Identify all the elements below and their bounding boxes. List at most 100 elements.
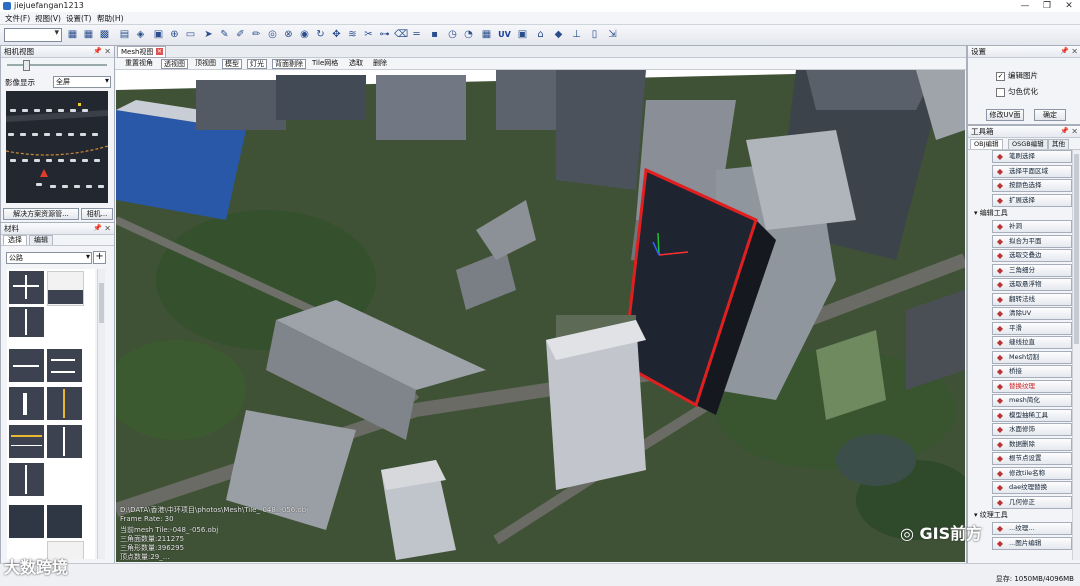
menu-view[interactable]: 视图(V) <box>35 13 61 24</box>
material-tile[interactable] <box>9 271 44 304</box>
close-icon[interactable]: ✕ <box>104 223 111 234</box>
material-tile[interactable] <box>47 425 82 458</box>
material-tile[interactable] <box>47 505 82 538</box>
gauge-icon[interactable]: ◔ <box>462 28 475 41</box>
checkbox-box[interactable] <box>996 87 1005 97</box>
add-material-button[interactable]: + <box>93 251 106 264</box>
pointer-icon[interactable]: ➤ <box>202 28 215 41</box>
tab-other[interactable]: 其他 <box>1048 139 1069 149</box>
close-icon[interactable]: ✕ <box>104 46 111 57</box>
tool-category[interactable]: ▾ 编辑工具 <box>974 208 1008 218</box>
modify-uv-button[interactable]: 修改UV面 <box>986 109 1024 121</box>
zoom-icon[interactable]: ⊕ <box>168 28 181 41</box>
pin-icon[interactable]: 📌 <box>1060 46 1069 57</box>
scroll-thumb[interactable] <box>99 283 104 323</box>
tool-button[interactable]: ◆ 模型抽稀工具 <box>992 408 1072 422</box>
solution-explorer-tab[interactable]: 解决方案资源管... <box>3 208 79 220</box>
pick-button[interactable]: 选取 <box>347 59 365 67</box>
maximize-button[interactable]: ❐ <box>1036 0 1058 12</box>
close-icon[interactable]: ✕ <box>1071 46 1078 57</box>
tool-button[interactable]: ◆ 根节点设置 <box>992 452 1072 465</box>
toolbox-scrollbar[interactable] <box>1072 150 1080 560</box>
uniform-color-checkbox[interactable]: 匀色优化 <box>996 86 1038 97</box>
material-tile[interactable] <box>9 425 44 458</box>
tab-select[interactable]: 选择 <box>3 235 27 245</box>
camera-tab[interactable]: 相机... <box>81 208 113 220</box>
move-icon[interactable]: ✥ <box>330 28 343 41</box>
material-tile[interactable] <box>47 271 84 306</box>
tool-button[interactable]: ◆ 三角细分 <box>992 263 1072 277</box>
tool-button[interactable]: ◆ 修改tile名称 <box>992 466 1072 480</box>
tool-button[interactable]: ◆ 平滑 <box>992 321 1072 335</box>
mesh-icon[interactable]: ◈ <box>134 28 147 41</box>
minimize-button[interactable]: — <box>1014 0 1036 12</box>
eraser-icon[interactable]: ⌫ <box>394 28 408 41</box>
uv-edit-icon[interactable]: ▣ <box>516 28 529 41</box>
pen-icon[interactable]: ✐ <box>234 28 247 41</box>
slider-handle[interactable] <box>23 60 30 71</box>
tool-button[interactable]: ◆ 桥接 <box>992 365 1072 378</box>
ring-icon[interactable]: ◉ <box>298 28 311 41</box>
delete-button[interactable]: 删除 <box>371 59 389 67</box>
tool-button[interactable]: ◆ 选取悬浮物 <box>992 278 1072 291</box>
material-tile[interactable] <box>9 463 44 496</box>
camera-preview[interactable] <box>6 91 108 203</box>
material-tile[interactable] <box>9 387 44 420</box>
clock-icon[interactable]: ◷ <box>446 28 459 41</box>
reset-view-button[interactable]: 重置视角 <box>123 59 155 67</box>
layers-icon[interactable]: ▤ <box>118 28 131 41</box>
export-icon[interactable]: ⇲ <box>606 28 619 41</box>
cube-icon[interactable]: ▣ <box>152 28 165 41</box>
material-tile[interactable] <box>47 349 82 382</box>
tool-button[interactable]: ◆ 补洞 <box>992 220 1072 233</box>
tool-button[interactable]: ◆ 缝线拉直 <box>992 336 1072 349</box>
pin-icon[interactable]: 📌 <box>1060 126 1069 137</box>
tab-obj-edit[interactable]: OBJ编辑 <box>970 139 1003 149</box>
menu-settings[interactable]: 设置(T) <box>66 13 91 24</box>
material-tile[interactable] <box>9 349 44 382</box>
tool-button[interactable]: ◆ 清除UV <box>992 307 1072 320</box>
menu-file[interactable]: 文件(F) <box>5 13 30 24</box>
tool-button[interactable]: ◆ 按颜色选择 <box>992 179 1072 192</box>
tool-button[interactable]: ◆ 扩展选择 <box>992 193 1072 207</box>
display-select[interactable]: 全屏 <box>53 76 111 88</box>
tool-button[interactable]: ◆ 替换纹理 <box>992 379 1072 393</box>
tab-mesh-view[interactable]: Mesh视图 ✕ <box>117 46 166 58</box>
tool-button[interactable]: ◆ dae纹理替换 <box>992 481 1072 494</box>
tool-button[interactable]: ◆ 拟合为平面 <box>992 234 1072 248</box>
tool-button[interactable]: ◆ 翻转法线 <box>992 292 1072 306</box>
exposure-slider[interactable] <box>7 60 107 71</box>
crosshair-icon[interactable]: ⊗ <box>282 28 295 41</box>
3d-scene[interactable]: D:\DATA\香港\中环项目\photos\Mesh\Tile_-048_-0… <box>116 70 965 562</box>
grid-toggle-icon[interactable]: ▦ <box>480 28 493 41</box>
material-scrollbar[interactable] <box>97 269 105 559</box>
model-toggle[interactable]: 模型 <box>222 59 242 69</box>
tree-icon[interactable]: ⊥ <box>570 28 583 41</box>
menu-help[interactable]: 帮助(H) <box>97 13 124 24</box>
doc-icon[interactable]: ▯ <box>588 28 601 41</box>
material-tile[interactable] <box>47 387 82 420</box>
close-window-button[interactable]: ✕ <box>1058 0 1080 12</box>
house-icon[interactable]: ⌂ <box>534 28 547 41</box>
top-view-button[interactable]: 顶视图 <box>193 59 218 67</box>
material-tile[interactable] <box>9 505 44 538</box>
tool-button[interactable]: ◆ 选取交叠边 <box>992 249 1072 262</box>
rotate-icon[interactable]: ↻ <box>314 28 327 41</box>
light-toggle[interactable]: 灯光 <box>247 59 267 69</box>
grid-icon[interactable]: ▦ <box>66 28 79 41</box>
backface-cull-toggle[interactable]: 背面剔除 <box>272 59 306 69</box>
brush-icon[interactable]: ✎ <box>218 28 231 41</box>
grid-alt-icon[interactable]: ▦ <box>82 28 95 41</box>
tool-button[interactable]: ◆ ...图片编辑 <box>992 536 1072 550</box>
perspective-button[interactable]: 透视图 <box>161 59 188 69</box>
checkbox-box[interactable]: ✓ <box>996 71 1005 81</box>
tool-button[interactable]: ◆ 笔刷选择 <box>992 150 1072 163</box>
tab-edit[interactable]: 编辑 <box>29 235 53 245</box>
material-category-select[interactable]: 公路 <box>6 252 92 264</box>
tool-button[interactable]: ◆ 数据删除 <box>992 437 1072 451</box>
flat-icon[interactable]: ═ <box>410 28 423 41</box>
pencil-icon[interactable]: ✏ <box>250 28 263 41</box>
tool-button[interactable]: ◆ ...纹理... <box>992 522 1072 535</box>
tool-category[interactable]: ▾ 纹理工具 <box>974 510 1008 520</box>
tool-button[interactable]: ◆ Mesh切割 <box>992 350 1072 364</box>
